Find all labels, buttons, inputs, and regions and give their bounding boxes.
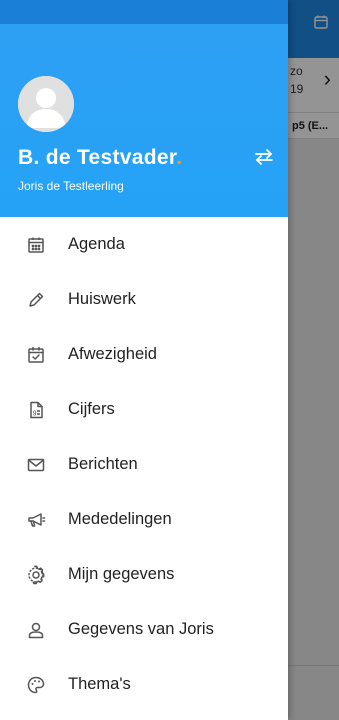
user-name-dot: . bbox=[176, 146, 183, 169]
menu-item-label: Huiswerk bbox=[68, 290, 136, 308]
menu-item-label: Thema's bbox=[68, 675, 131, 693]
swap-icon[interactable] bbox=[253, 148, 275, 166]
person-icon bbox=[18, 76, 74, 132]
user-name: B. de Testvader. bbox=[18, 146, 182, 170]
menu-item-label: Cijfers bbox=[68, 400, 115, 418]
menu-item-cijfers[interactable]: 9 Cijfers bbox=[0, 382, 288, 437]
calendar-icon bbox=[26, 235, 46, 255]
menu-item-label: Mijn gegevens bbox=[68, 565, 175, 583]
drawer-menu: Agenda Huiswerk Afwezigheid 9 Cijfers Be… bbox=[0, 217, 288, 712]
menu-item-mijn-gegevens[interactable]: Mijn gegevens bbox=[0, 547, 288, 602]
menu-item-gegevens-van-joris[interactable]: Gegevens van Joris bbox=[0, 602, 288, 657]
status-bar bbox=[0, 0, 288, 24]
menu-item-agenda[interactable]: Agenda bbox=[0, 217, 288, 272]
menu-item-themas[interactable]: Thema's bbox=[0, 657, 288, 712]
drawer-header: B. de Testvader. Joris de Testleerling bbox=[0, 24, 288, 217]
gear-icon bbox=[26, 565, 46, 585]
menu-item-label: Berichten bbox=[68, 455, 138, 473]
menu-item-mededelingen[interactable]: Mededelingen bbox=[0, 492, 288, 547]
calendar-check-icon bbox=[26, 345, 46, 365]
avatar[interactable] bbox=[18, 76, 74, 132]
menu-item-label: Mededelingen bbox=[68, 510, 172, 528]
menu-item-huiswerk[interactable]: Huiswerk bbox=[0, 272, 288, 327]
student-name: Joris de Testleerling bbox=[18, 179, 124, 193]
user-name-text: B. de Testvader bbox=[18, 146, 177, 169]
pencil-icon bbox=[26, 290, 46, 310]
mail-icon bbox=[26, 455, 46, 475]
grade-file-icon: 9 bbox=[26, 400, 46, 420]
menu-item-label: Afwezigheid bbox=[68, 345, 157, 363]
user-icon bbox=[26, 620, 46, 640]
svg-text:9: 9 bbox=[33, 410, 37, 417]
megaphone-icon bbox=[26, 510, 46, 530]
menu-item-label: Agenda bbox=[68, 235, 125, 253]
menu-item-afwezigheid[interactable]: Afwezigheid bbox=[0, 327, 288, 382]
navigation-drawer: B. de Testvader. Joris de Testleerling A… bbox=[0, 0, 288, 720]
palette-icon bbox=[26, 675, 46, 695]
menu-item-berichten[interactable]: Berichten bbox=[0, 437, 288, 492]
menu-item-label: Gegevens van Joris bbox=[68, 620, 214, 638]
